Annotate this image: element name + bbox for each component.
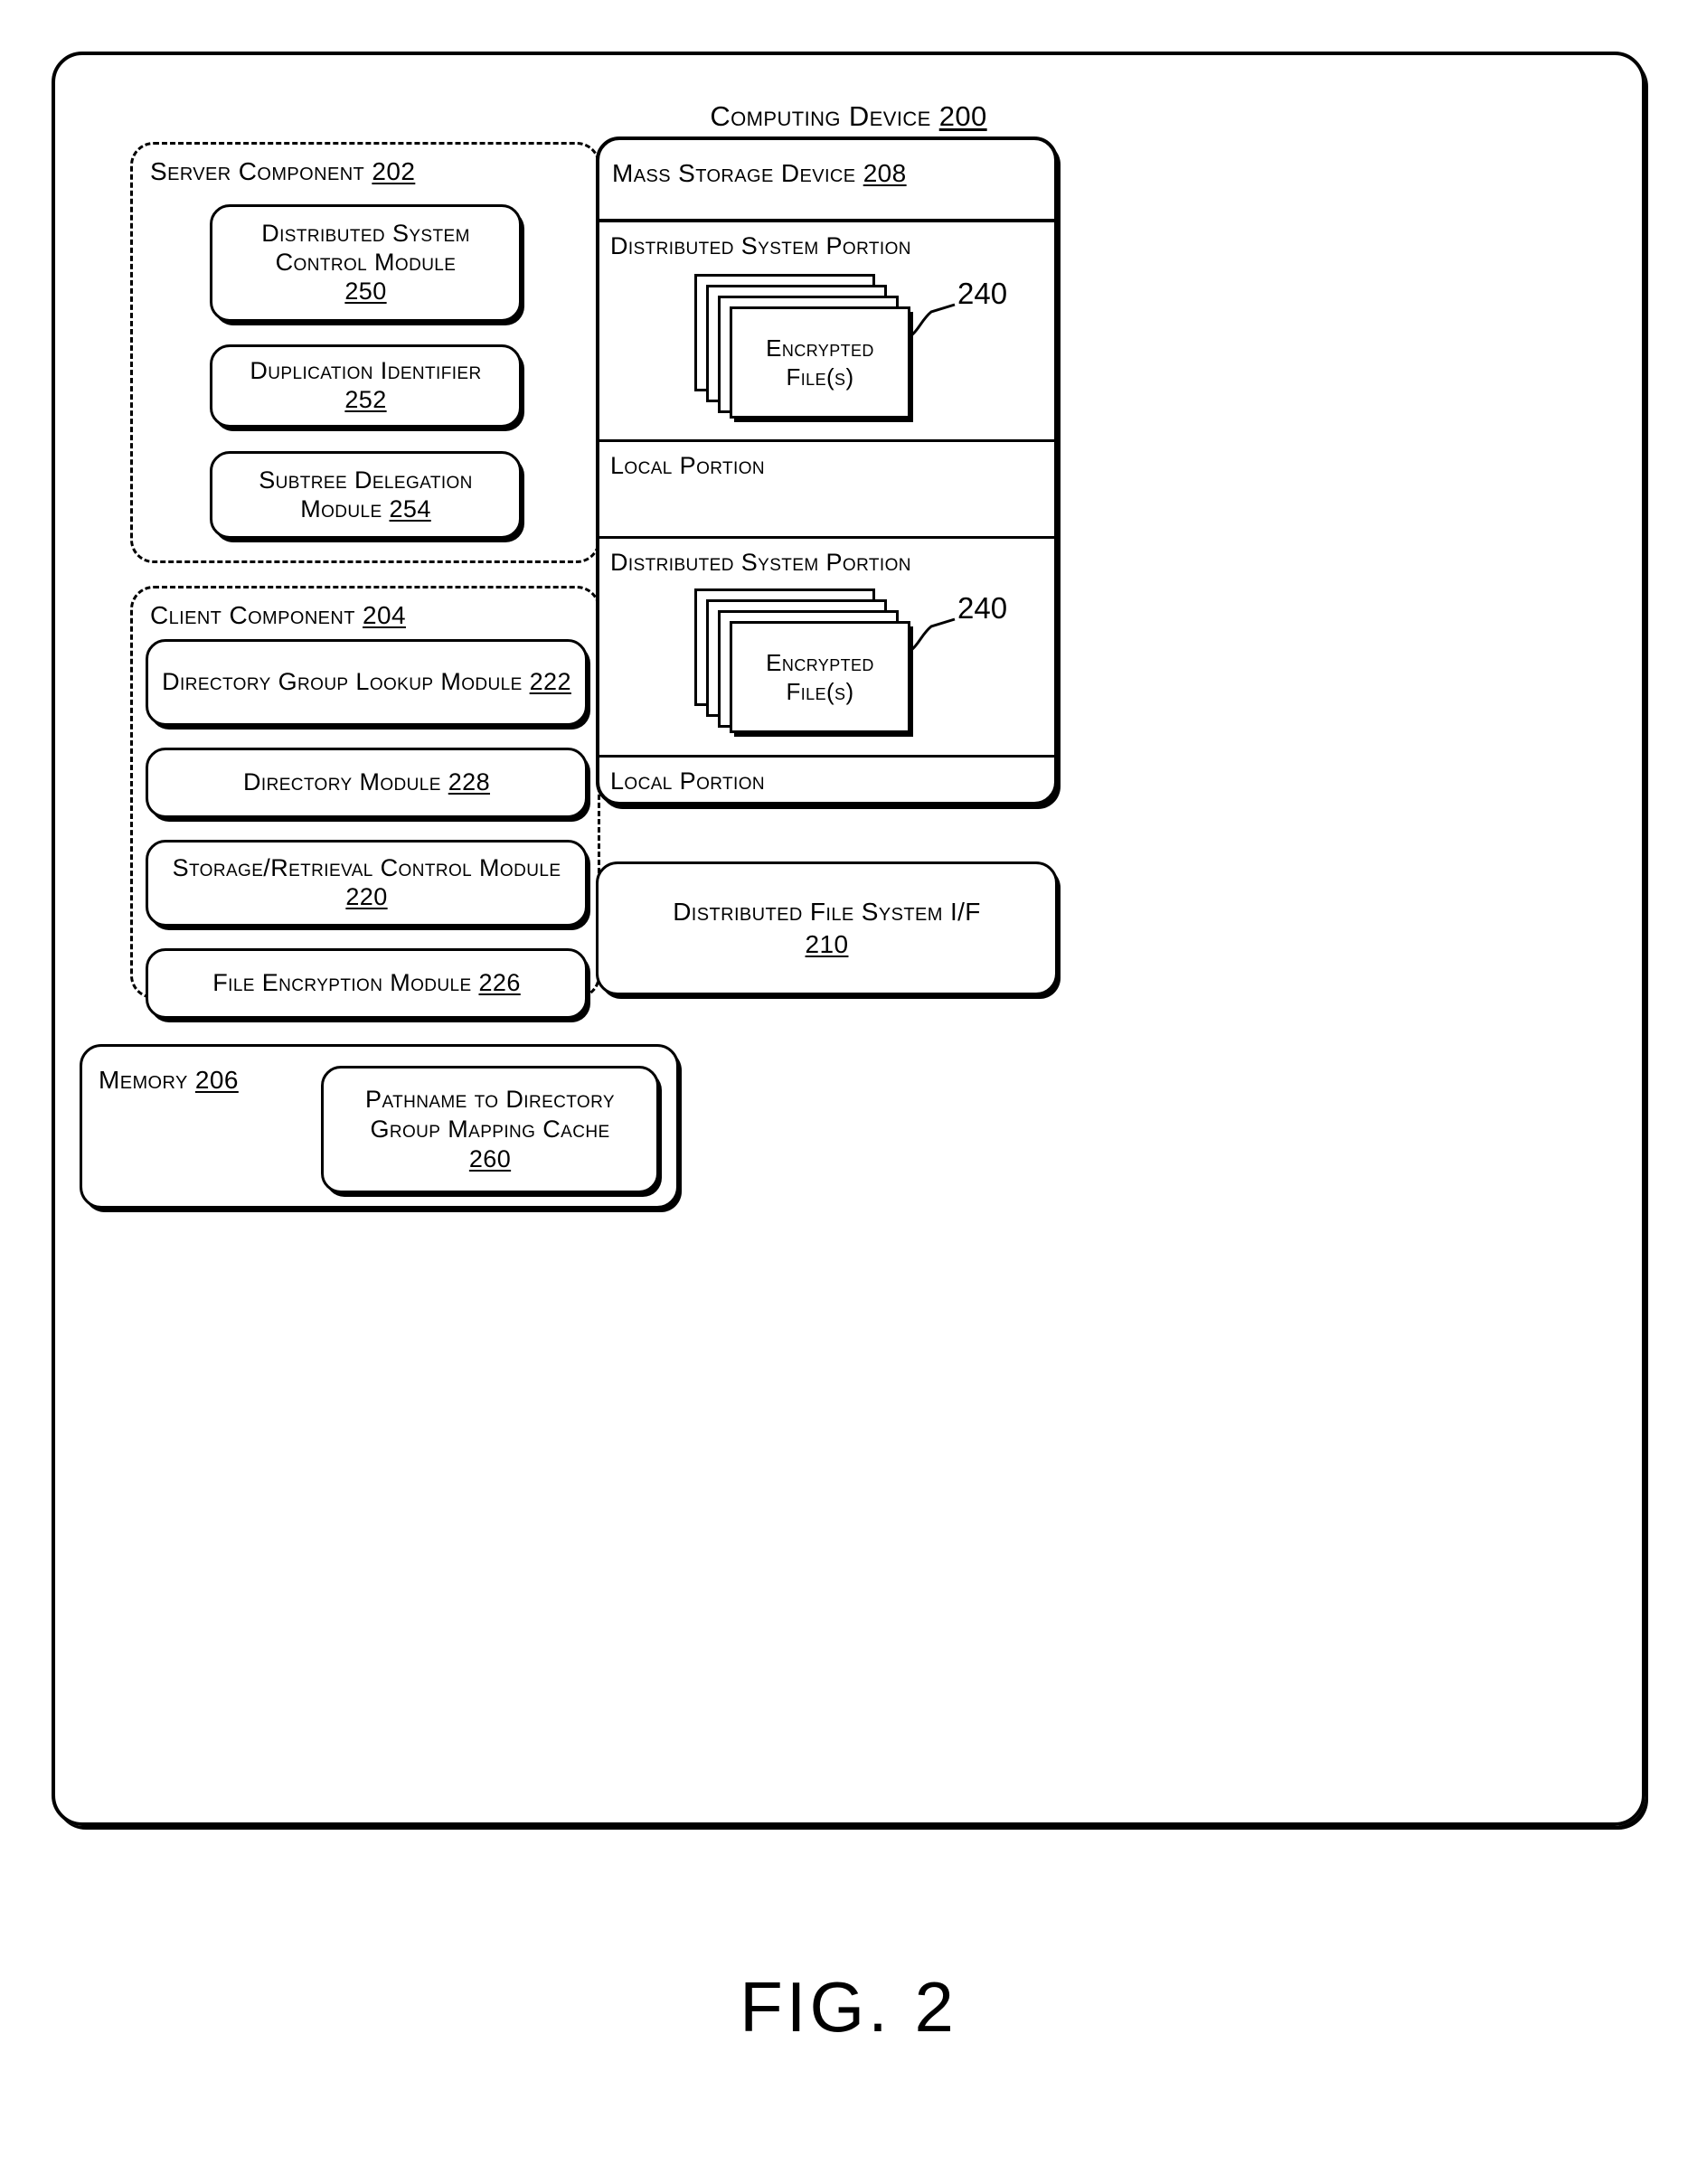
module-label-250: Distributed System Control Module 250 xyxy=(212,220,519,306)
figure-caption: FIG. 2 xyxy=(740,1967,957,2047)
storage-section-label-local-2: Local Portion xyxy=(610,767,766,795)
leader-line-240-b xyxy=(910,617,956,652)
module-252-text: Duplication Identifier xyxy=(250,357,482,385)
module-pathname-directory-group-mapping-cache[interactable]: Pathname to Directory Group Mapping Cach… xyxy=(321,1066,659,1193)
mass-storage-ref: 208 xyxy=(863,159,907,187)
mass-storage-title-text: Mass Storage Device xyxy=(612,159,856,187)
module-226-ref: 226 xyxy=(478,969,521,997)
patent-figure-page: Computing Device 200 Server Component 20… xyxy=(0,0,1697,2184)
module-222-text: Directory Group Lookup Module xyxy=(162,668,523,696)
storage-section-label-distributed-1: Distributed System Portion xyxy=(610,232,911,259)
reference-numeral-240-b: 240 xyxy=(957,591,1008,625)
client-component-title: Client Component 204 xyxy=(150,600,406,630)
computing-device-title: Computing Device 200 xyxy=(55,100,1642,134)
module-260-ref: 260 xyxy=(468,1144,512,1172)
module-222-ref: 222 xyxy=(529,668,571,696)
client-component-ref: 204 xyxy=(363,601,406,629)
storage-section-local-2: Local Portion xyxy=(599,758,1054,802)
module-label-222: Directory Group Lookup Module 222 xyxy=(153,668,580,697)
module-220-text: Storage/Retrieval Control Module xyxy=(172,854,561,882)
encrypted-file-stack-2: Encrypted File(s) xyxy=(694,588,938,733)
module-duplication-identifier[interactable]: Duplication Identifier 252 xyxy=(210,344,522,428)
computing-device-ref: 200 xyxy=(938,100,987,132)
module-254-text: Subtree Delegation Module xyxy=(259,466,480,522)
module-260-text: Pathname to Directory Group Mapping Cach… xyxy=(365,1086,622,1144)
dfs-interface-text: Distributed File System I/F xyxy=(673,897,981,926)
file-sheet-front: Encrypted File(s) xyxy=(730,306,910,419)
leader-line-240-a xyxy=(910,303,956,337)
storage-section-distributed-1: Distributed System Portion Encrypted Fil… xyxy=(599,222,1054,442)
module-250-text: Distributed System Control Module xyxy=(261,220,477,277)
module-directory[interactable]: Directory Module 228 xyxy=(146,748,588,818)
module-directory-group-lookup[interactable]: Directory Group Lookup Module 222 xyxy=(146,639,588,726)
memory-title: Memory 206 xyxy=(99,1065,239,1095)
module-label-254: Subtree Delegation Module 254 xyxy=(212,466,519,524)
module-label-220: Storage/Retrieval Control Module 220 xyxy=(148,854,585,912)
memory-block: Memory 206 Pathname to Directory Group M… xyxy=(80,1044,679,1209)
server-component-title-text: Server Component xyxy=(150,157,365,185)
client-component-title-text: Client Component xyxy=(150,601,355,629)
storage-section-distributed-2: Distributed System Portion Encrypted Fil… xyxy=(599,539,1054,758)
storage-section-local-1: Local Portion xyxy=(599,442,1054,539)
mass-storage-device-panel: Mass Storage Device 208 Distributed Syst… xyxy=(596,136,1058,805)
module-subtree-delegation[interactable]: Subtree Delegation Module 254 xyxy=(210,451,522,539)
memory-ref: 206 xyxy=(194,1066,239,1094)
server-component-group: Server Component 202 Distributed System … xyxy=(130,142,600,563)
module-226-text: File Encryption Module xyxy=(212,969,472,997)
module-250-ref: 250 xyxy=(344,277,387,305)
storage-section-label-local-1: Local Portion xyxy=(610,452,766,479)
module-label-252: Duplication Identifier 252 xyxy=(240,357,490,415)
module-storage-retrieval-control[interactable]: Storage/Retrieval Control Module 220 xyxy=(146,840,588,927)
encrypted-file-stack-1: Encrypted File(s) xyxy=(694,274,938,419)
module-file-encryption[interactable]: File Encryption Module 226 xyxy=(146,948,588,1019)
storage-section-label-distributed-2: Distributed System Portion xyxy=(610,549,911,576)
computing-device-frame: Computing Device 200 Server Component 20… xyxy=(52,52,1645,1826)
encrypted-files-label-1: Encrypted File(s) xyxy=(766,334,881,391)
server-component-ref: 202 xyxy=(372,157,416,185)
module-distributed-system-control[interactable]: Distributed System Control Module 250 xyxy=(210,204,522,322)
server-component-title: Server Component 202 xyxy=(150,156,415,186)
mass-storage-header: Mass Storage Device 208 xyxy=(599,140,1054,222)
module-220-ref: 220 xyxy=(345,883,388,910)
module-label-226: File Encryption Module 226 xyxy=(203,969,529,998)
dfs-interface-ref: 210 xyxy=(805,930,849,958)
module-228-text: Directory Module xyxy=(243,768,441,796)
module-label-260: Pathname to Directory Group Mapping Cach… xyxy=(324,1085,656,1174)
encrypted-files-label-2: Encrypted File(s) xyxy=(766,648,881,706)
distributed-file-system-interface[interactable]: Distributed File System I/F 210 xyxy=(596,861,1058,995)
module-252-ref: 252 xyxy=(344,386,387,413)
memory-title-text: Memory xyxy=(99,1066,188,1094)
dfs-interface-label: Distributed File System I/F 210 xyxy=(673,896,981,962)
computing-device-title-text: Computing Device xyxy=(710,100,931,132)
module-228-ref: 228 xyxy=(448,768,490,796)
mass-storage-title: Mass Storage Device 208 xyxy=(612,158,907,188)
file-sheet-front: Encrypted File(s) xyxy=(730,621,910,733)
module-254-ref: 254 xyxy=(389,494,431,522)
client-component-group: Client Component 204 Directory Group Loo… xyxy=(130,586,600,1019)
module-label-228: Directory Module 228 xyxy=(234,768,499,797)
reference-numeral-240-a: 240 xyxy=(957,277,1008,310)
